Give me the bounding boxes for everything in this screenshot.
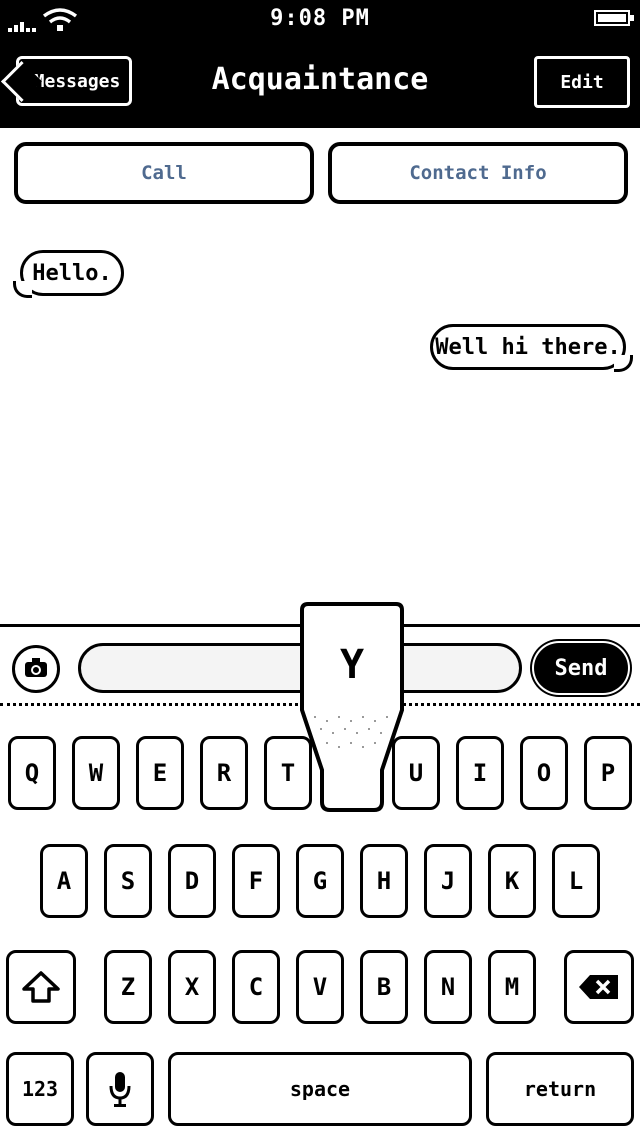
battery-icon <box>594 10 634 26</box>
key-s[interactable]: S <box>104 844 152 918</box>
key-a[interactable]: A <box>40 844 88 918</box>
camera-button[interactable] <box>12 645 60 693</box>
status-time: 9:08 PM <box>270 6 370 31</box>
key-k[interactable]: K <box>488 844 536 918</box>
key-g[interactable]: G <box>296 844 344 918</box>
dictation-key[interactable] <box>86 1052 154 1126</box>
key-d[interactable]: D <box>168 844 216 918</box>
microphone-icon <box>109 1072 131 1107</box>
key-i[interactable]: I <box>456 736 504 810</box>
incoming-message-bubble: Hello. <box>13 250 124 298</box>
key-press-popup: Y <box>300 602 404 812</box>
space-key[interactable]: space <box>168 1052 472 1126</box>
key-f[interactable]: F <box>232 844 280 918</box>
delete-key[interactable] <box>564 950 634 1024</box>
send-button[interactable]: Send <box>534 643 628 693</box>
popup-key-label: Y <box>340 642 364 688</box>
navigation-bar: Messages Acquaintance Edit <box>0 40 640 128</box>
key-r[interactable]: R <box>200 736 248 810</box>
edit-button[interactable]: Edit <box>534 56 630 108</box>
key-o[interactable]: O <box>520 736 568 810</box>
key-l[interactable]: L <box>552 844 600 918</box>
status-bar: 9:08 PM <box>0 0 640 40</box>
key-m[interactable]: M <box>488 950 536 1024</box>
key-e[interactable]: E <box>136 736 184 810</box>
key-p[interactable]: P <box>584 736 632 810</box>
shift-arrow-icon <box>22 971 60 1003</box>
call-button[interactable]: Call <box>14 142 314 204</box>
contact-info-button[interactable]: Contact Info <box>328 142 628 204</box>
shift-key[interactable] <box>6 950 76 1024</box>
return-key[interactable]: return <box>486 1052 634 1126</box>
key-c[interactable]: C <box>232 950 280 1024</box>
key-w[interactable]: W <box>72 736 120 810</box>
key-b[interactable]: B <box>360 950 408 1024</box>
key-v[interactable]: V <box>296 950 344 1024</box>
key-x[interactable]: X <box>168 950 216 1024</box>
key-h[interactable]: H <box>360 844 408 918</box>
key-z[interactable]: Z <box>104 950 152 1024</box>
camera-icon <box>25 657 47 677</box>
numbers-key[interactable]: 123 <box>6 1052 74 1126</box>
backspace-icon <box>579 975 618 999</box>
key-n[interactable]: N <box>424 950 472 1024</box>
key-q[interactable]: Q <box>8 736 56 810</box>
key-j[interactable]: J <box>424 844 472 918</box>
outgoing-message-bubble: Well hi there. <box>430 324 633 372</box>
